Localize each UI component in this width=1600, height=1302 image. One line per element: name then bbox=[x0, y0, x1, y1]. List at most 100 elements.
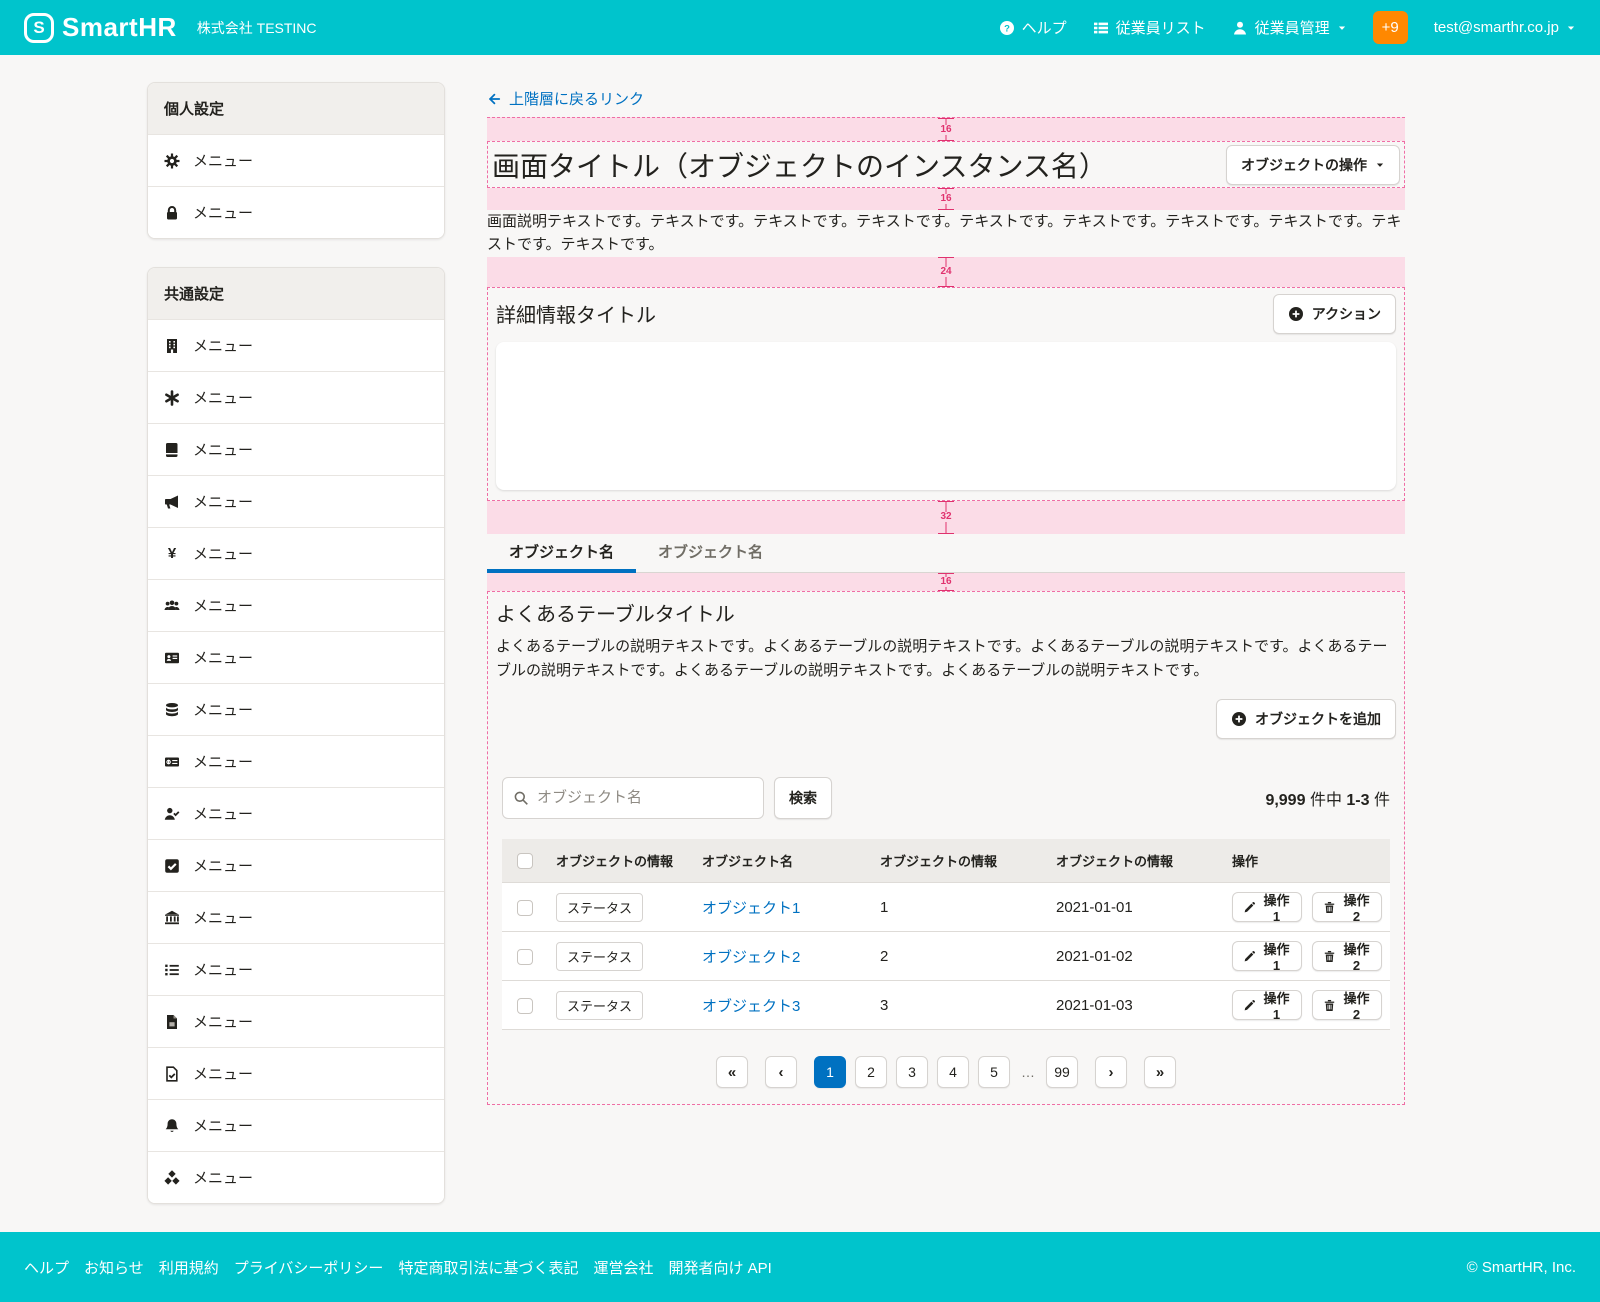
sidebar-item-bell[interactable]: メニュー bbox=[148, 1099, 444, 1151]
delete-button[interactable]: 操作2 bbox=[1312, 990, 1382, 1020]
account-email: test@smarthr.co.jp bbox=[1434, 19, 1559, 36]
sidebar-item-file[interactable]: メニュー bbox=[148, 995, 444, 1047]
edit-button[interactable]: 操作1 bbox=[1232, 941, 1302, 971]
sidebar-item-file-check[interactable]: メニュー bbox=[148, 1047, 444, 1099]
sidebar-item-label: メニュー bbox=[193, 855, 253, 876]
sidebar-item-label: メニュー bbox=[193, 907, 253, 928]
select-all-checkbox[interactable] bbox=[517, 853, 533, 869]
sidebar-item-book[interactable]: メニュー bbox=[148, 423, 444, 475]
object-link[interactable]: オブジェクト2 bbox=[702, 949, 800, 966]
sidebar-item-money-check[interactable]: メニュー bbox=[148, 735, 444, 787]
sidebar: 個人設定メニューメニュー共通設定メニューメニューメニューメニュー¥メニューメニュ… bbox=[147, 82, 445, 1232]
trash-icon bbox=[1323, 950, 1336, 963]
action-button[interactable]: アクション bbox=[1273, 294, 1396, 334]
page-button-5[interactable]: 5 bbox=[978, 1056, 1010, 1088]
sidebar-item-building[interactable]: メニュー bbox=[148, 319, 444, 371]
page-button-4[interactable]: 4 bbox=[937, 1056, 969, 1088]
footer-link[interactable]: プライバシーポリシー bbox=[234, 1257, 384, 1278]
date-cell: 2021-01-02 bbox=[1048, 932, 1224, 981]
sidebar-item-cubes[interactable]: メニュー bbox=[148, 1151, 444, 1203]
footer-link[interactable]: ヘルプ bbox=[24, 1257, 69, 1278]
sidebar-group: 個人設定メニューメニュー bbox=[147, 82, 445, 239]
row-checkbox[interactable] bbox=[517, 900, 533, 916]
header-nav: ?ヘルプ 従業員リスト 従業員管理 +9 test@smarthr.co.jp bbox=[999, 11, 1576, 44]
header-nav-help[interactable]: ?ヘルプ bbox=[999, 17, 1067, 38]
edit-button[interactable]: 操作1 bbox=[1232, 990, 1302, 1020]
object-link[interactable]: オブジェクト1 bbox=[702, 900, 800, 917]
sidebar-item-lock[interactable]: メニュー bbox=[148, 186, 444, 238]
pencil-icon bbox=[1243, 950, 1256, 963]
footer-link[interactable]: 利用規約 bbox=[159, 1257, 219, 1278]
sidebar-item-check-square[interactable]: メニュー bbox=[148, 839, 444, 891]
measure-marker: 24 bbox=[938, 257, 954, 287]
id-card-icon bbox=[164, 650, 180, 666]
edit-button[interactable]: 操作1 bbox=[1232, 892, 1302, 922]
select-all-cell bbox=[502, 839, 548, 883]
sidebar-item-bank[interactable]: メニュー bbox=[148, 891, 444, 943]
footer-link[interactable]: お知らせ bbox=[84, 1257, 144, 1278]
sidebar-group-title: 共通設定 bbox=[148, 268, 444, 319]
spacing-guide-1: 16 bbox=[487, 117, 1405, 141]
sidebar-item-gear[interactable]: メニュー bbox=[148, 134, 444, 186]
notification-badge[interactable]: +9 bbox=[1373, 11, 1408, 44]
account-menu[interactable]: test@smarthr.co.jp bbox=[1434, 19, 1576, 36]
sidebar-item-yen[interactable]: ¥メニュー bbox=[148, 527, 444, 579]
page-button-1[interactable]: 1 bbox=[814, 1056, 846, 1088]
tab-object-name-1[interactable]: オブジェクト名 bbox=[487, 534, 636, 572]
header-nav-employee-admin[interactable]: 従業員管理 bbox=[1232, 17, 1347, 38]
sidebar-item-asterisk[interactable]: メニュー bbox=[148, 371, 444, 423]
first-page-button[interactable]: « bbox=[716, 1056, 748, 1088]
sidebar-item-id-card[interactable]: メニュー bbox=[148, 631, 444, 683]
last-page-button[interactable]: » bbox=[1144, 1056, 1176, 1088]
yen-icon: ¥ bbox=[164, 546, 180, 562]
sidebar-item-list-ul[interactable]: メニュー bbox=[148, 943, 444, 995]
gear-icon bbox=[164, 153, 180, 169]
count-range: 1-3 bbox=[1346, 792, 1369, 809]
footer-link[interactable]: 特定商取引法に基づく表記 bbox=[398, 1257, 578, 1278]
back-arrow-icon bbox=[487, 92, 501, 106]
sidebar-item-label: メニュー bbox=[193, 439, 253, 460]
footer-link[interactable]: 運営会社 bbox=[593, 1257, 653, 1278]
footer: ヘルプお知らせ利用規約プライバシーポリシー特定商取引法に基づく表記運営会社開発者… bbox=[0, 1232, 1600, 1302]
page-button-2[interactable]: 2 bbox=[855, 1056, 887, 1088]
table-header-row: オブジェクトの情報オブジェクト名オブジェクトの情報オブジェクトの情報操作 bbox=[502, 839, 1390, 883]
table-row: ステータスオブジェクト222021-01-02操作1操作2 bbox=[502, 932, 1390, 981]
smarthr-logo[interactable]: S SmartHR bbox=[24, 12, 177, 43]
sidebar-item-database[interactable]: メニュー bbox=[148, 683, 444, 735]
search-wrap bbox=[502, 777, 764, 819]
row-checkbox[interactable] bbox=[517, 949, 533, 965]
sidebar-group-title: 個人設定 bbox=[148, 83, 444, 134]
footer-link[interactable]: 開発者向け API bbox=[668, 1257, 771, 1278]
object-actions-button[interactable]: オブジェクトの操作 bbox=[1226, 145, 1400, 185]
caret-down-icon bbox=[1375, 160, 1385, 170]
sidebar-item-megaphone[interactable]: メニュー bbox=[148, 475, 444, 527]
back-link[interactable]: 上階層に戻るリンク bbox=[487, 88, 644, 109]
smarthr-logo-text: SmartHR bbox=[62, 12, 177, 43]
detail-section-header: 詳細情報タイトル アクション bbox=[496, 292, 1396, 336]
date-cell: 2021-01-03 bbox=[1048, 981, 1224, 1030]
row-checkbox[interactable] bbox=[517, 998, 533, 1014]
count-of: 件中 bbox=[1310, 792, 1342, 809]
sidebar-item-label: メニュー bbox=[193, 335, 253, 356]
row-actions: 操作1 操作2 bbox=[1232, 941, 1382, 971]
next-page-button[interactable]: › bbox=[1095, 1056, 1127, 1088]
header-nav-employee-list[interactable]: 従業員リスト bbox=[1093, 17, 1206, 38]
search-button[interactable]: 検索 bbox=[774, 777, 832, 819]
prev-page-button[interactable]: ‹ bbox=[765, 1056, 797, 1088]
add-object-button[interactable]: オブジェクトを追加 bbox=[1216, 699, 1396, 739]
search-input[interactable] bbox=[502, 777, 764, 819]
file-check-icon bbox=[164, 1066, 180, 1082]
cubes-icon bbox=[164, 1170, 180, 1186]
page-button-99[interactable]: 99 bbox=[1046, 1056, 1078, 1088]
spacing-guide-3: 24 bbox=[487, 257, 1405, 287]
users-icon bbox=[164, 598, 180, 614]
building-icon bbox=[164, 338, 180, 354]
page-button-3[interactable]: 3 bbox=[896, 1056, 928, 1088]
delete-button[interactable]: 操作2 bbox=[1312, 892, 1382, 922]
search-icon bbox=[513, 790, 529, 806]
sidebar-item-user-check[interactable]: メニュー bbox=[148, 787, 444, 839]
tab-object-name-2[interactable]: オブジェクト名 bbox=[636, 534, 785, 572]
object-link[interactable]: オブジェクト3 bbox=[702, 998, 800, 1015]
sidebar-item-users[interactable]: メニュー bbox=[148, 579, 444, 631]
delete-button[interactable]: 操作2 bbox=[1312, 941, 1382, 971]
